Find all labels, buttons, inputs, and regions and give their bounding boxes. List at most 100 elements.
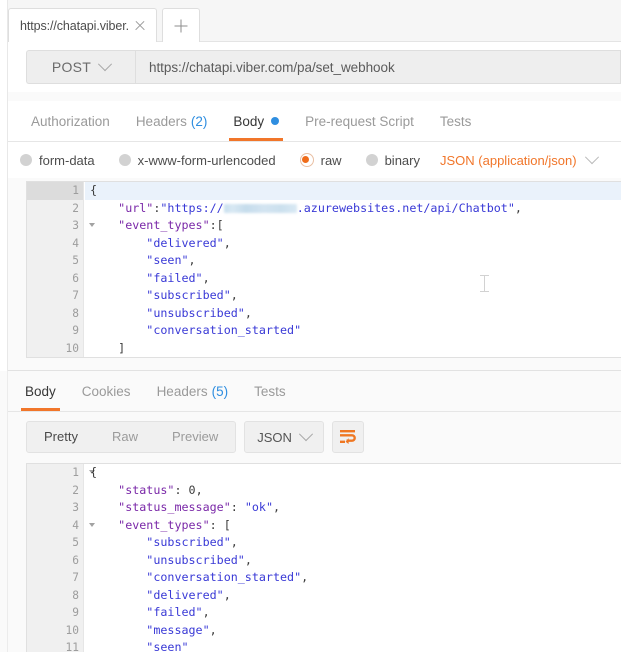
response-code-line[interactable]: "status_message": "ok", <box>85 499 621 517</box>
response-code-line[interactable]: "message", <box>85 622 621 640</box>
view-mode-preview[interactable]: Preview <box>155 422 235 452</box>
response-language-label: JSON <box>257 429 292 445</box>
response-code-line[interactable]: "unsubscribed", <box>85 552 621 570</box>
response-line-number: 3 <box>72 501 79 514</box>
request-tab-authorization[interactable]: Authorization <box>18 101 123 141</box>
code-token: "message" <box>146 622 210 637</box>
code-token: , <box>195 482 203 497</box>
request-code-line[interactable]: "conversation_started" <box>85 322 621 340</box>
code-token: "conversation_started" <box>146 570 302 584</box>
response-editor-gutter: 12345678910111213 <box>27 464 95 652</box>
request-line-number: 1 <box>27 182 95 200</box>
request-tab-pre-request-script[interactable]: Pre-request Script <box>292 101 427 141</box>
response-language-select[interactable]: JSON <box>244 421 324 453</box>
response-tab-headers[interactable]: Headers (5) <box>144 371 242 411</box>
request-code-line[interactable]: "event_types":[ <box>85 217 621 235</box>
response-code-line[interactable]: "seen" <box>85 639 621 652</box>
request-line-number: 2 <box>72 201 79 215</box>
body-type-x-www-form-urlencoded[interactable]: x-www-form-urlencoded <box>118 153 276 168</box>
request-code-line[interactable]: "url":"https://.azurewebsites.net/api/Ch… <box>85 200 621 218</box>
request-tab-label: https://chatapi.viber.c <box>20 18 129 33</box>
body-type-binary[interactable]: binary <box>365 153 420 168</box>
response-code-line[interactable]: "subscribed", <box>85 534 621 552</box>
request-tab-bar: https://chatapi.viber.c <box>0 0 621 42</box>
new-tab-button[interactable] <box>162 8 200 42</box>
response-code-line[interactable]: { <box>85 464 621 482</box>
code-token: "https:// <box>160 200 224 215</box>
request-line-number: 10 <box>65 341 79 355</box>
code-token: { <box>90 183 98 197</box>
request-tab[interactable]: https://chatapi.viber.c <box>8 8 157 42</box>
tab-label: Body <box>25 383 56 399</box>
code-token: "event_types" <box>118 218 210 232</box>
tab-label: Tests <box>439 113 472 129</box>
code-token: , <box>514 200 522 215</box>
body-type-label: form-data <box>39 152 95 168</box>
request-line-number: 8 <box>72 306 79 320</box>
response-body-editor[interactable]: 12345678910111213 { "status": 0, "status… <box>26 463 621 652</box>
response-code-line[interactable]: "status": 0, <box>85 482 621 500</box>
response-line-number: 5 <box>72 536 79 549</box>
response-code-line[interactable]: "event_types": [ <box>85 517 621 535</box>
request-code-line[interactable]: { <box>85 182 621 200</box>
radio-button-icon[interactable] <box>20 154 32 166</box>
postman-window: https://chatapi.viber.c POST https://cha… <box>0 0 621 652</box>
response-editor-code[interactable]: { "status": 0, "status_message": "ok", "… <box>85 464 621 652</box>
request-code-line[interactable]: "unsubscribed", <box>85 305 621 323</box>
request-body-editor[interactable]: 1234567891011 { "url":"https://.azureweb… <box>26 181 621 358</box>
body-format-select[interactable]: JSON (application/json) <box>440 150 599 168</box>
tab-label: Body <box>233 113 265 129</box>
word-wrap-button[interactable] <box>331 421 364 453</box>
request-editor-code[interactable]: { "url":"https://.azurewebsites.net/api/… <box>85 182 621 357</box>
word-wrap-icon <box>339 430 356 444</box>
tab-label: Headers <box>135 113 187 129</box>
request-code-line[interactable]: "failed", <box>85 270 621 288</box>
http-method-select[interactable]: POST <box>26 50 135 84</box>
request-tab-body[interactable]: Body <box>220 101 292 141</box>
response-code-line[interactable]: "delivered", <box>85 587 621 605</box>
radio-button-icon[interactable] <box>365 154 378 166</box>
response-code-line[interactable]: "conversation_started", <box>85 569 621 587</box>
request-code-line[interactable]: "delivered", <box>85 235 621 253</box>
code-token: , <box>230 288 238 302</box>
response-view-mode-group: Pretty Raw Preview <box>26 421 237 453</box>
radio-button-icon[interactable] <box>299 153 314 167</box>
tab-label: Tests <box>254 383 286 399</box>
radio-button-icon[interactable] <box>118 154 131 166</box>
tab-label: Pre-request Script <box>305 113 414 129</box>
code-token: , <box>202 270 210 285</box>
url-input[interactable]: https://chatapi.viber.com/pa/set_webhook <box>135 50 621 84</box>
request-code-line[interactable]: ] <box>85 340 621 358</box>
body-format-label: JSON (application/json) <box>440 152 577 168</box>
code-token: "status" <box>118 482 175 497</box>
code-token: "failed" <box>146 605 203 619</box>
request-line-number: 9 <box>72 324 79 337</box>
response-tab-tests[interactable]: Tests <box>241 371 299 411</box>
view-mode-pretty[interactable]: Pretty <box>27 422 95 452</box>
code-token: "url" <box>118 200 154 215</box>
request-tab-headers[interactable]: Headers (2) <box>123 101 221 141</box>
request-line-number: 7 <box>72 289 79 302</box>
code-token: "delivered" <box>146 235 224 250</box>
body-type-raw[interactable]: raw <box>299 153 342 168</box>
response-code-line[interactable]: "failed", <box>85 604 621 622</box>
body-type-form-data[interactable]: form-data <box>20 153 95 168</box>
request-code-line[interactable]: "seen", <box>85 252 621 270</box>
close-icon[interactable] <box>132 18 148 34</box>
response-tab-cookies[interactable]: Cookies <box>69 371 144 411</box>
request-code-line[interactable]: "subscribed", <box>85 287 621 305</box>
view-mode-raw[interactable]: Raw <box>95 422 155 452</box>
response-tab-body[interactable]: Body <box>12 371 69 411</box>
request-tab-tests[interactable]: Tests <box>427 101 485 141</box>
code-token: , <box>244 552 252 567</box>
response-line-number: 1 <box>27 464 95 482</box>
code-token: : <box>230 500 245 514</box>
url-value: https://chatapi.viber.com/pa/set_webhook <box>149 59 395 75</box>
